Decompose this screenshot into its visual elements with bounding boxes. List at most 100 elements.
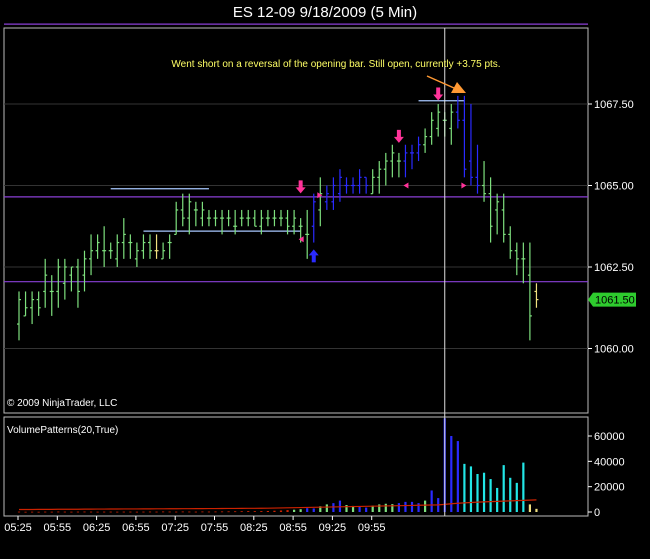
price-bar <box>213 209 218 227</box>
volume-bar <box>57 511 60 513</box>
x-tick-label: 07:55 <box>201 522 229 534</box>
price-bar <box>17 291 21 341</box>
volume-bar <box>410 501 414 512</box>
volume-bar <box>83 511 86 513</box>
price-bar <box>108 242 113 259</box>
volume-bar <box>489 479 492 512</box>
volume-tick-label: 20000 <box>594 482 625 494</box>
x-tick-label: 05:25 <box>4 522 32 534</box>
volume-bar <box>142 511 145 513</box>
volume-bar <box>450 436 453 512</box>
price-bar <box>121 218 126 259</box>
volume-bar <box>384 503 387 512</box>
price-bar <box>226 209 231 227</box>
y-tick-label: 1067.50 <box>594 99 634 111</box>
volume-bar <box>476 474 479 512</box>
price-bar <box>318 177 323 227</box>
price-bar <box>89 234 94 276</box>
price-bar <box>462 95 467 178</box>
volume-bar <box>240 511 243 513</box>
volume-bar <box>260 511 263 512</box>
x-tick-label: 07:25 <box>161 522 189 534</box>
price-bar <box>148 234 152 259</box>
volume-bar <box>214 511 217 513</box>
volume-bar <box>496 487 499 512</box>
volume-bar <box>234 511 237 513</box>
volume-bar <box>89 511 93 513</box>
price-bar <box>331 177 336 210</box>
arrow-head <box>295 187 306 194</box>
price-bar <box>527 242 532 341</box>
price-bar <box>36 291 41 316</box>
annotation-arrow-icon <box>426 75 466 93</box>
price-panel-frame <box>3 27 589 414</box>
price-bar <box>501 193 506 243</box>
price-bar <box>488 177 493 243</box>
volume-bar <box>430 490 433 512</box>
volume-bar <box>181 511 184 513</box>
price-bar <box>56 258 61 308</box>
volume-bar <box>207 511 211 513</box>
volume-bar <box>50 511 53 513</box>
volume-bar <box>397 503 400 512</box>
price-bar <box>187 193 192 235</box>
price-bar <box>62 258 67 300</box>
volume-bar <box>482 472 486 512</box>
price-bar <box>206 209 211 227</box>
volume-bar <box>37 511 40 513</box>
indicator-label: VolumePatterns(20,True) <box>7 425 118 436</box>
price-bar <box>252 209 257 227</box>
price-bar <box>115 234 120 267</box>
volume-bar <box>129 511 132 513</box>
price-bar <box>396 152 401 178</box>
volume-bar <box>227 511 230 513</box>
chart-canvas: 1067.50 1065.00 1062.50 1060.00 60000 40000 20… <box>3 23 636 534</box>
price-bar <box>534 283 539 308</box>
volume-bar <box>456 441 459 512</box>
price-bar <box>390 144 395 178</box>
volume-bar <box>306 508 309 512</box>
volume-bar <box>273 510 276 512</box>
y-tick-label: 1062.50 <box>594 262 634 274</box>
volume-tick-label: 40000 <box>594 456 625 468</box>
price-bar <box>508 226 513 259</box>
price-bar <box>141 234 146 259</box>
price-bar <box>134 242 139 267</box>
price-badge-text: 1061.50 <box>595 295 635 307</box>
price-bar <box>154 234 159 259</box>
price-bar <box>43 258 48 308</box>
signal-arrows <box>295 87 467 263</box>
volume-bar <box>522 462 525 512</box>
price-bar <box>161 242 166 260</box>
price-bar <box>475 144 480 194</box>
copyright-text: © 2009 NinjaTrader, LLC <box>7 398 117 409</box>
price-bar <box>305 209 310 259</box>
price-bar <box>95 234 100 259</box>
volume-bar <box>515 482 518 512</box>
volume-tick-label: 60000 <box>594 431 625 443</box>
volume-bar <box>194 511 197 513</box>
price-bar <box>311 193 316 243</box>
price-bar <box>495 193 500 235</box>
volume-bar <box>463 463 466 512</box>
volume-bar <box>63 511 66 513</box>
volume-bar <box>325 504 328 512</box>
price-grid <box>4 103 588 349</box>
volume-bar <box>168 511 171 513</box>
price-bar <box>351 177 356 194</box>
volume-bar <box>535 508 538 512</box>
up-arrow-icon <box>308 249 319 263</box>
down-arrow-icon <box>393 129 404 143</box>
volume-bar <box>31 511 34 513</box>
y-tick-label: 1060.00 <box>594 344 634 356</box>
price-bar <box>403 144 408 178</box>
price-badge: 1061.50 <box>588 292 636 307</box>
triangle-marker-icon <box>461 182 467 189</box>
down-arrow-icon <box>433 87 444 101</box>
price-bar <box>468 104 473 186</box>
volume-bar <box>502 465 505 512</box>
price-bar <box>69 266 74 292</box>
volume-bar <box>155 511 158 513</box>
arrow-head <box>433 94 444 101</box>
volume-bar <box>70 511 73 513</box>
